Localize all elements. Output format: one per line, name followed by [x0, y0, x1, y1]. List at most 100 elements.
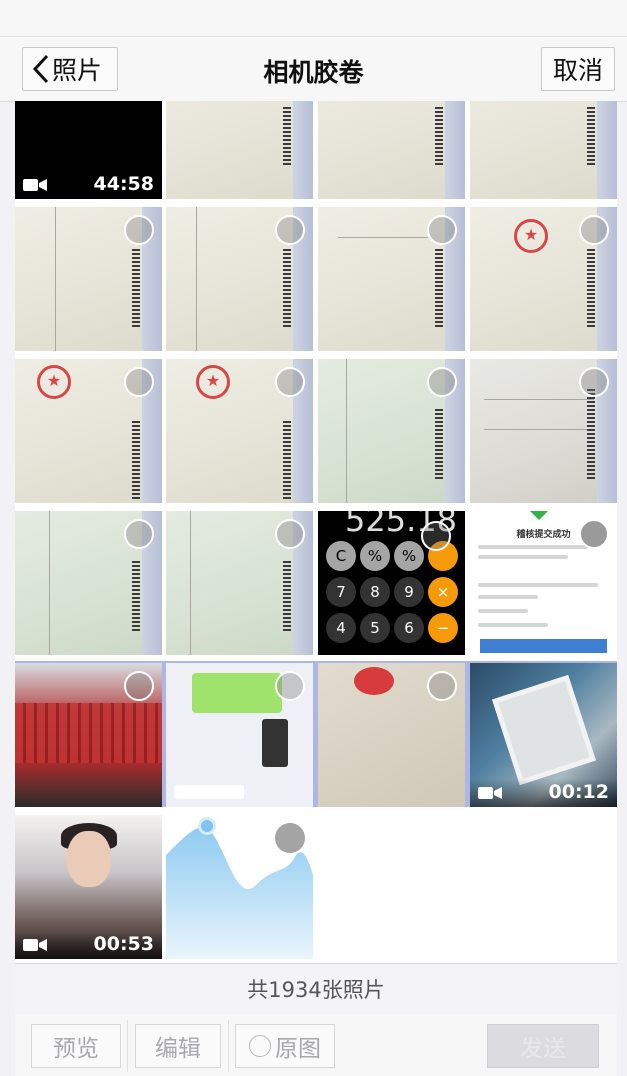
select-circle[interactable] — [579, 367, 609, 397]
send-button[interactable]: 发送 — [487, 1024, 599, 1068]
calculator-key: C — [326, 541, 356, 571]
photo-thumbnail[interactable] — [318, 207, 465, 351]
select-circle[interactable] — [124, 671, 154, 701]
original-toggle[interactable]: 原图 — [235, 1024, 335, 1068]
calculator-key: − — [428, 613, 458, 643]
grid-row: 44:58 — [15, 101, 617, 199]
video-thumbnail[interactable]: 44:58 — [15, 101, 162, 199]
calculator-key: 8 — [360, 577, 390, 607]
paper-edge — [293, 101, 313, 199]
photo-thumbnail[interactable] — [15, 359, 162, 503]
face — [67, 831, 111, 887]
phone-image — [262, 719, 288, 767]
barcode — [587, 105, 595, 165]
navigation-bar: 照片 相机胶卷 取消 — [0, 37, 627, 102]
cancel-button[interactable]: 取消 — [541, 47, 615, 91]
calculator-key: × — [428, 577, 458, 607]
select-circle[interactable] — [124, 367, 154, 397]
barcode — [132, 419, 140, 499]
paper-line — [55, 207, 56, 351]
select-circle[interactable] — [427, 367, 457, 397]
select-circle[interactable] — [275, 367, 305, 397]
video-overlay: 00:53 — [15, 931, 162, 959]
paper-line — [484, 399, 594, 400]
video-thumbnail[interactable]: 00:53 — [15, 815, 162, 959]
text-line — [478, 595, 538, 599]
chat-message — [174, 785, 244, 799]
photo-thumbnail[interactable] — [15, 511, 162, 655]
photo-thumbnail[interactable] — [15, 663, 162, 807]
seats — [15, 703, 162, 763]
video-duration: 00:12 — [548, 781, 609, 803]
photo-thumbnail[interactable] — [318, 663, 465, 807]
paper-line — [338, 237, 428, 238]
divider — [228, 1020, 229, 1072]
text-line — [478, 545, 588, 549]
edit-button[interactable]: 编辑 — [135, 1024, 221, 1068]
select-circle[interactable] — [275, 519, 305, 549]
photo-thumbnail[interactable] — [318, 359, 465, 503]
select-circle[interactable] — [275, 823, 305, 853]
photo-thumbnail[interactable] — [166, 359, 313, 503]
barcode — [587, 389, 595, 479]
sticker — [354, 667, 394, 695]
select-circle[interactable] — [275, 215, 305, 245]
video-duration: 44:58 — [93, 173, 154, 195]
select-circle[interactable] — [427, 215, 457, 245]
calculator-key: 6 — [394, 613, 424, 643]
app-screenshot-thumbnail[interactable]: 稽核提交成功 — [470, 511, 617, 655]
preview-button[interactable]: 预览 — [31, 1024, 121, 1068]
select-circle[interactable] — [421, 521, 451, 551]
highlight-dot — [198, 817, 216, 835]
barcode — [435, 247, 443, 327]
select-circle[interactable] — [579, 519, 609, 549]
divider — [127, 1020, 128, 1072]
photo-thumbnail[interactable] — [166, 101, 313, 199]
video-thumbnail[interactable]: 00:12 — [470, 663, 617, 807]
paper-line — [196, 207, 197, 351]
paper-line — [346, 359, 347, 503]
calculator-key: % — [360, 541, 390, 571]
photo-thumbnail[interactable] — [470, 101, 617, 199]
photo-thumbnail[interactable] — [470, 207, 617, 351]
chart-screenshot-thumbnail[interactable] — [166, 815, 313, 959]
paper-edge — [445, 101, 465, 199]
select-circle[interactable] — [427, 671, 457, 701]
success-tick-icon — [530, 511, 548, 520]
barcode — [435, 409, 443, 479]
page-title: 相机胶卷 — [263, 58, 364, 87]
video-camera-icon — [478, 787, 502, 799]
photo-thumbnail[interactable] — [318, 101, 465, 199]
text-line — [478, 623, 548, 627]
photo-thumbnail[interactable] — [166, 207, 313, 351]
select-circle[interactable] — [579, 215, 609, 245]
grid-row-selected: 00:12 — [15, 661, 617, 807]
calculator-key: 7 — [326, 577, 356, 607]
chat-screenshot-thumbnail[interactable] — [166, 663, 313, 807]
video-overlay: 00:12 — [470, 779, 617, 807]
select-circle[interactable] — [275, 671, 305, 701]
text-line — [478, 555, 568, 559]
calculator-key: % — [394, 541, 424, 571]
calculator-screenshot-thumbnail[interactable]: 525.18 C % % 7 8 9 × 4 5 6 − — [318, 511, 465, 655]
stamp — [196, 365, 230, 399]
select-circle[interactable] — [124, 519, 154, 549]
barcode — [132, 561, 140, 631]
select-circle[interactable] — [124, 215, 154, 245]
video-duration: 00:53 — [93, 933, 154, 955]
grid-row: 525.18 C % % 7 8 9 × 4 5 6 − 稽核提交成功 — [15, 509, 617, 655]
status-bar — [0, 0, 627, 37]
photo-count: 共1934张照片 — [15, 963, 617, 1015]
text-line — [478, 609, 528, 613]
stamp — [514, 219, 548, 253]
photo-thumbnail[interactable] — [166, 511, 313, 655]
video-camera-icon — [23, 939, 47, 951]
video-camera-icon — [23, 179, 47, 191]
grid-row: 00:53 — [15, 813, 617, 959]
success-page-button — [480, 639, 607, 653]
photo-thumbnail[interactable] — [15, 207, 162, 351]
text-line — [478, 583, 598, 587]
photo-thumbnail[interactable] — [470, 359, 617, 503]
paper-line — [484, 429, 594, 430]
photo-grid: 44:58 ★ ★ ★ 525.18 C % % 7 8 9 × 4 5 6 −… — [15, 101, 617, 963]
